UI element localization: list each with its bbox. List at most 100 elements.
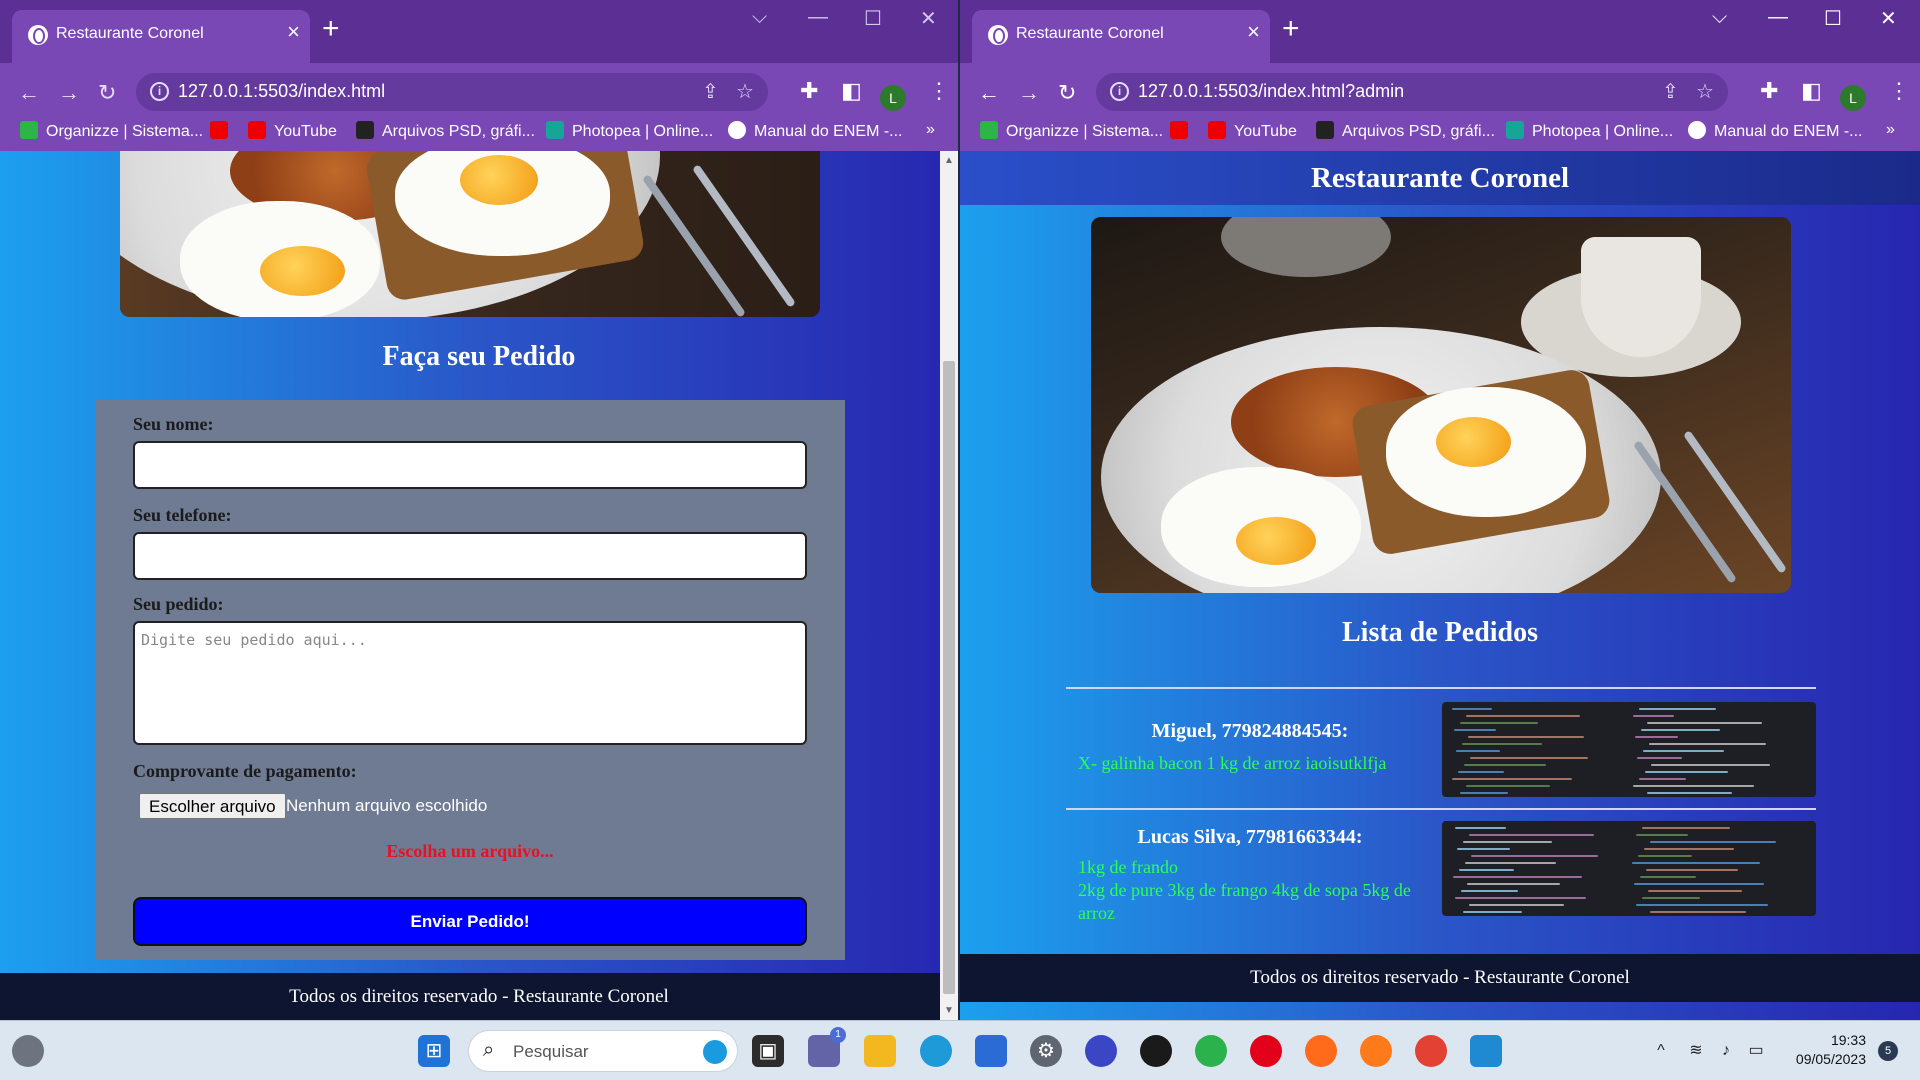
edge-icon[interactable] <box>920 1035 952 1067</box>
address-bar[interactable]: i 127.0.0.1:5503/index.html?admin ⇪ ☆ <box>1096 73 1728 111</box>
close-tab-icon[interactable]: × <box>1247 21 1260 43</box>
side-panel-icon[interactable]: ◧ <box>841 78 862 104</box>
close-window-icon[interactable]: ✕ <box>920 6 937 31</box>
youtube-icon[interactable] <box>210 121 236 141</box>
maximize-icon[interactable]: ☐ <box>1824 6 1842 31</box>
scrollbar[interactable]: ▲ ▼ <box>940 151 958 1020</box>
whatsapp-icon[interactable] <box>1195 1035 1227 1067</box>
scrollbar-thumb[interactable] <box>943 361 955 994</box>
windows-start-icon[interactable]: ⊞ <box>418 1035 450 1067</box>
chevron-up-icon[interactable]: ^ <box>1645 1035 1677 1067</box>
code-line <box>1464 764 1546 766</box>
vscode-icon[interactable] <box>1470 1035 1502 1067</box>
bookmark-freepik[interactable]: Arquivos PSD, gráfi... <box>1316 121 1495 141</box>
back-icon[interactable]: ← <box>978 80 1000 106</box>
submit-order-button[interactable]: Enviar Pedido! <box>133 897 807 946</box>
share-icon[interactable]: ⇪ <box>702 79 719 104</box>
extensions-icon[interactable]: ✚ <box>1760 78 1778 104</box>
bookmark-star-icon[interactable]: ☆ <box>736 79 754 104</box>
clock[interactable]: 19:33 09/05/2023 <box>1796 1031 1866 1069</box>
browser-tab[interactable]: Restaurante Coronel × <box>972 10 1270 63</box>
code-line <box>1644 848 1734 850</box>
freepik-icon <box>1316 121 1334 139</box>
bookmark-enem[interactable]: Manual do ENEM -... <box>728 121 903 141</box>
firefox-icon[interactable] <box>1360 1035 1392 1067</box>
bookmark-freepik[interactable]: Arquivos PSD, gráfi... <box>356 121 535 141</box>
phone-input[interactable] <box>133 532 807 580</box>
bookmark-photopea[interactable]: Photopea | Online... <box>1506 121 1673 141</box>
bookmark-organizze[interactable]: Organizze | Sistema... <box>980 121 1163 141</box>
store-icon[interactable] <box>975 1035 1007 1067</box>
forward-icon[interactable]: → <box>1018 80 1040 106</box>
site-info-icon[interactable]: i <box>1110 82 1129 101</box>
maximize-icon[interactable]: ☐ <box>864 6 882 31</box>
profile-avatar[interactable]: L <box>880 85 906 111</box>
scroll-down-icon[interactable]: ▼ <box>944 1005 954 1016</box>
teams-icon[interactable]: 1 <box>808 1027 846 1067</box>
wifi-icon[interactable]: ≋ <box>1680 1035 1712 1067</box>
new-tab-button[interactable]: + <box>1282 14 1300 44</box>
bookmark-star-icon[interactable]: ☆ <box>1696 79 1714 104</box>
order-text: 1kg de frando 2kg de pure 3kg de frango … <box>1078 857 1411 923</box>
side-panel-icon[interactable]: ◧ <box>1801 78 1822 104</box>
minimize-icon[interactable]: — <box>808 6 828 29</box>
freepik-icon <box>356 121 374 139</box>
bookmark-enem[interactable]: Manual do ENEM -... <box>1688 121 1863 141</box>
browser-tab[interactable]: Restaurante Coronel × <box>12 10 310 63</box>
address-bar[interactable]: i 127.0.0.1:5503/index.html ⇪ ☆ <box>136 73 768 111</box>
photopea-icon <box>1506 121 1524 139</box>
notification-badge[interactable]: 5 <box>1878 1041 1898 1061</box>
name-input[interactable] <box>133 441 807 489</box>
youtube-icon[interactable] <box>1170 121 1196 141</box>
creative-cloud-icon[interactable] <box>1140 1035 1172 1067</box>
brave-icon[interactable] <box>1305 1035 1337 1067</box>
code-line <box>1637 757 1682 759</box>
browser-window-right: Restaurante Coronel × + ⌵ — ☐ ✕ ← → ↻ i … <box>960 0 1920 1020</box>
forward-icon[interactable]: → <box>58 80 80 106</box>
scroll-up-icon[interactable]: ▲ <box>944 155 954 166</box>
minimize-icon[interactable]: — <box>1768 6 1788 29</box>
app-icon[interactable] <box>1085 1035 1117 1067</box>
battery-icon[interactable]: ▭ <box>1740 1035 1772 1067</box>
url-text: 127.0.0.1:5503/index.html?admin <box>1138 81 1405 101</box>
profile-avatar[interactable]: L <box>1840 85 1866 111</box>
receipt-thumbnail[interactable] <box>1442 702 1816 797</box>
bing-icon[interactable] <box>703 1040 727 1064</box>
close-tab-icon[interactable]: × <box>287 21 300 43</box>
volume-icon[interactable]: ♪ <box>1710 1035 1742 1067</box>
code-line <box>1461 890 1518 892</box>
task-view-icon[interactable]: ▣ <box>752 1035 784 1067</box>
site-info-icon[interactable]: i <box>150 82 169 101</box>
code-line <box>1466 715 1580 717</box>
reload-icon[interactable]: ↻ <box>1058 80 1076 106</box>
section-title: Faça seu Pedido <box>382 341 576 372</box>
opera-icon[interactable] <box>1250 1035 1282 1067</box>
globe-icon <box>988 25 1008 45</box>
share-icon[interactable]: ⇪ <box>1662 79 1679 104</box>
extensions-icon[interactable]: ✚ <box>800 78 818 104</box>
code-line <box>1455 897 1586 899</box>
reload-icon[interactable]: ↻ <box>98 80 116 106</box>
taskbar-search[interactable]: ⌕ Pesquisar <box>468 1030 738 1072</box>
order-item: Lucas Silva, 77981663344: 1kg de frando … <box>1066 821 1816 923</box>
file-explorer-icon[interactable] <box>864 1035 896 1067</box>
chrome-icon[interactable] <box>1415 1035 1447 1067</box>
bookmark-youtube[interactable]: YouTube <box>1208 121 1297 141</box>
menu-icon[interactable]: ⋮ <box>928 78 950 104</box>
menu-icon[interactable]: ⋮ <box>1888 78 1910 104</box>
bookmark-youtube[interactable]: YouTube <box>248 121 337 141</box>
tab-search-icon[interactable]: ⌵ <box>752 6 767 29</box>
tab-search-icon[interactable]: ⌵ <box>1712 6 1727 29</box>
more-bookmarks-icon[interactable]: » <box>1886 121 1895 139</box>
bookmark-organizze[interactable]: Organizze | Sistema... <box>20 121 203 141</box>
more-bookmarks-icon[interactable]: » <box>926 121 935 139</box>
new-tab-button[interactable]: + <box>322 14 340 44</box>
close-window-icon[interactable]: ✕ <box>1880 6 1897 31</box>
settings-icon[interactable]: ⚙ <box>1030 1035 1062 1067</box>
back-icon[interactable]: ← <box>18 80 40 106</box>
weather-icon[interactable] <box>12 1035 44 1067</box>
order-textarea[interactable]: Digite seu pedido aqui... <box>133 621 807 745</box>
bookmark-photopea[interactable]: Photopea | Online... <box>546 121 713 141</box>
choose-file-button[interactable]: Escolher arquivo <box>139 793 286 819</box>
receipt-thumbnail[interactable] <box>1442 821 1816 916</box>
